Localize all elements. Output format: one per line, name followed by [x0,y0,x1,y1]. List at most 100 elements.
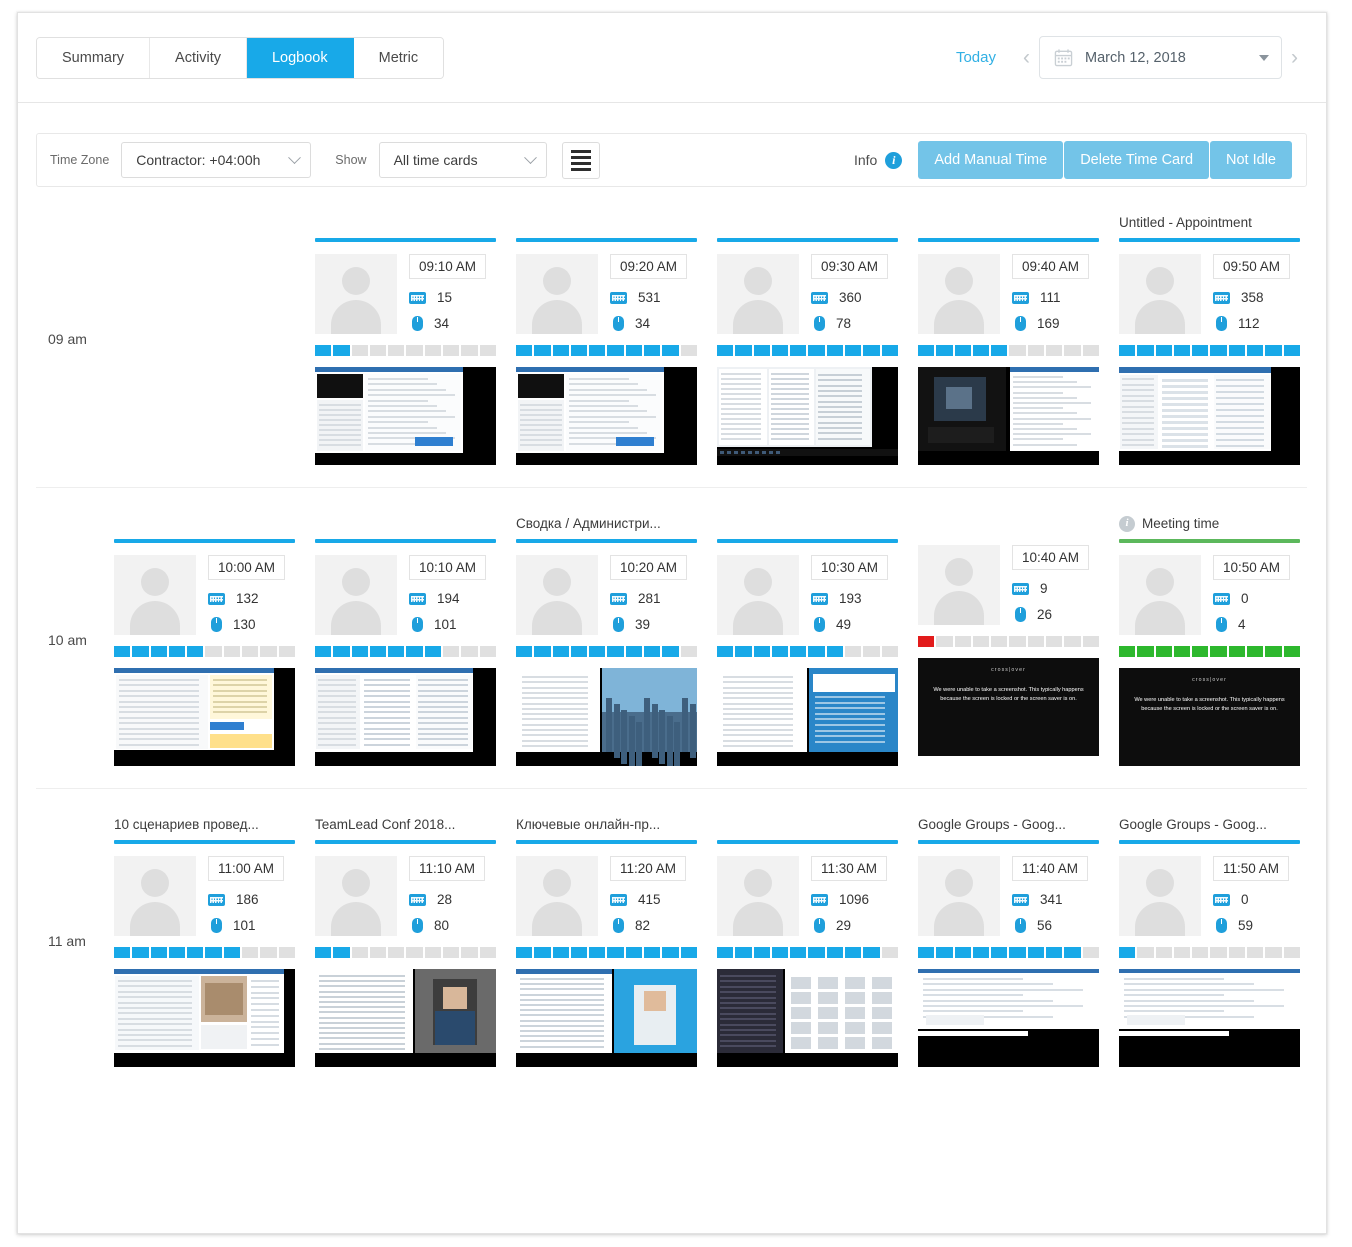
activity-bar[interactable] [918,636,1099,647]
activity-bar[interactable] [1119,947,1300,958]
activity-segment [826,646,844,657]
screenshot-thumbnail[interactable] [918,969,1099,1067]
screenshot-thumbnail[interactable]: cross|over We were unable to take a scree… [1119,668,1300,766]
activity-segment [753,345,770,356]
screenshot-element [771,373,809,375]
screenshot-element [210,734,272,748]
screenshot-thumbnail[interactable] [315,367,496,465]
tab-metric[interactable]: Metric [353,37,444,78]
screenshot-thumbnail[interactable] [717,668,898,766]
keyboard-stat: 194 [409,591,486,606]
screenshot-element [1122,433,1154,435]
activity-bar[interactable] [717,345,898,356]
time-card[interactable]: Google Groups - Goog... 11:50 AM 0 59 [1119,815,1320,1067]
screenshot-thumbnail[interactable] [315,969,496,1067]
time-card[interactable]: TeamLead Conf 2018... 11:10 AM 28 80 [315,815,516,1067]
mouse-icon [814,316,825,331]
time-card[interactable]: Сводка / Администри... 10:20 AM 281 39 [516,514,717,766]
time-card[interactable]: 10 сценариев провед... 11:00 AM 186 101 [114,815,315,1067]
time-card[interactable]: i Meeting time 10:50 AM 0 4 cross|over We were… [1119,514,1320,766]
screenshot-thumbnail[interactable] [1119,969,1300,1067]
screenshot-element [818,374,862,376]
activity-segment [954,947,971,958]
activity-segment [479,345,496,356]
next-day-button[interactable]: › [1282,47,1307,68]
time-card[interactable]: Untitled - Appointment 09:50 AM 358 112 [1119,213,1320,465]
screenshot-element [818,416,862,419]
screenshot-element [319,1037,405,1040]
time-card-body: 11:30 AM 1096 29 [717,856,898,936]
screenshot-thumbnail[interactable] [516,969,697,1067]
screenshot-element [771,438,809,440]
screenshot-element [613,704,620,758]
info-icon[interactable]: i [1119,515,1135,532]
activity-segment [1027,345,1045,356]
tab-logbook[interactable]: Logbook [246,37,354,78]
activity-segment [1137,345,1154,356]
activity-bar[interactable] [516,646,697,657]
screenshot-element [213,689,267,692]
time-card[interactable]: 10:30 AM 193 49 [717,514,918,766]
time-card[interactable]: 10:00 AM 132 130 [114,514,315,766]
mouse-stat: 39 [610,617,687,632]
screenshot-thumbnail[interactable] [114,969,295,1067]
activity-bar[interactable] [315,345,496,356]
prev-day-button[interactable]: ‹ [1014,47,1039,68]
screenshot-thumbnail[interactable] [516,367,697,465]
activity-bar[interactable] [315,646,496,657]
show-select[interactable]: All time cards [378,142,547,178]
activity-segment [972,947,990,958]
time-card-stats: 11:00 AM 186 101 [196,856,285,936]
activity-bar[interactable] [1119,345,1300,356]
activity-bar[interactable] [918,947,1099,958]
date-picker[interactable]: March 12, 2018 [1039,36,1282,79]
time-card[interactable]: 09:10 AM 15 34 [315,213,516,465]
screenshot-thumbnail[interactable] [114,668,295,766]
avatar [315,856,397,936]
time-card[interactable]: Google Groups - Goog... 11:40 AM 341 56 [918,815,1119,1067]
activity-bar[interactable] [717,646,898,657]
mouse-stat: 34 [610,316,687,331]
screenshot-thumbnail[interactable] [717,969,898,1067]
screenshot-thumbnail[interactable] [1119,367,1300,465]
activity-bar[interactable] [717,947,898,958]
timezone-label: Time Zone [50,153,110,167]
screenshot-thumbnail[interactable]: cross|over We were unable to take a scree… [918,658,1099,756]
time-card[interactable]: 09:30 AM 360 78 [717,213,918,465]
time-card[interactable]: 10:10 AM 194 101 [315,514,516,766]
activity-bar[interactable] [918,345,1099,356]
today-link[interactable]: Today [956,49,996,66]
delete-time-card-button[interactable]: Delete Time Card [1064,141,1210,179]
activity-bar[interactable] [516,947,697,958]
time-card[interactable]: 09:20 AM 531 34 [516,213,717,465]
hamburger-icon[interactable] [561,141,600,179]
mouse-count: 101 [233,918,256,933]
time-card-title-row [717,213,898,232]
timezone-select[interactable]: Contractor: +04:00h [121,142,312,178]
screenshot-element [1013,433,1091,436]
time-card[interactable]: 10:40 AM 9 26 cross|over We were unable to t… [918,514,1119,766]
screenshot-element [318,684,356,687]
screenshot-element [818,1022,838,1034]
screenshot-element [813,674,895,692]
activity-segment [534,947,551,958]
screenshot-thumbnail[interactable] [516,668,697,766]
screenshot-thumbnail[interactable] [918,367,1099,465]
add-manual-time-button[interactable]: Add Manual Time [918,141,1064,179]
activity-bar[interactable] [1119,646,1300,657]
time-card[interactable]: 09:40 AM 111 169 [918,213,1119,465]
tab-activity[interactable]: Activity [150,37,247,78]
time-card[interactable]: Ключевые онлайн-пр... 11:20 AM 415 82 [516,815,717,1067]
time-card[interactable]: 11:30 AM 1096 29 [717,815,918,1067]
screenshot-element [118,1007,192,1009]
screenshot-thumbnail[interactable] [717,367,898,465]
activity-bar[interactable] [516,345,697,356]
screenshot-thumbnail[interactable] [315,668,496,766]
activity-bar[interactable] [114,646,295,657]
tab-summary[interactable]: Summary [37,37,151,78]
activity-bar[interactable] [315,947,496,958]
screenshot-element [818,400,862,403]
not-idle-button[interactable]: Not Idle [1210,141,1292,179]
activity-bar[interactable] [114,947,295,958]
info-icon[interactable]: i [885,151,903,169]
